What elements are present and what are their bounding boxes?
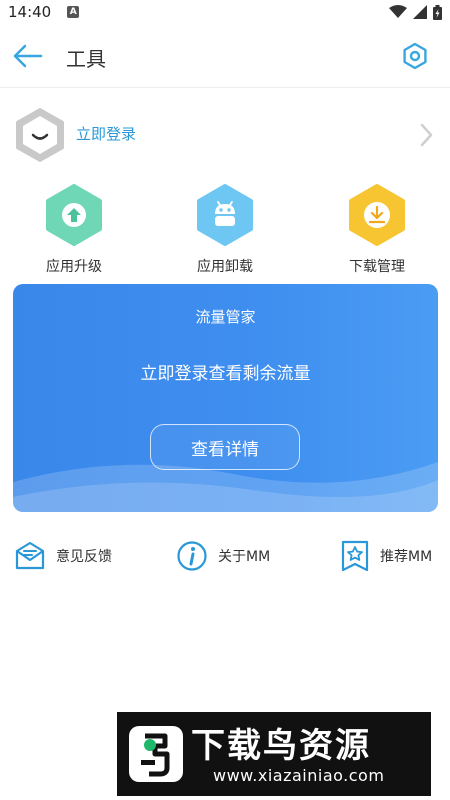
bird-logo-icon xyxy=(129,726,183,782)
back-arrow-icon xyxy=(13,44,43,68)
traffic-card: 流量管家 立即登录查看剩余流量 查看详情 xyxy=(13,284,438,512)
wifi-icon xyxy=(389,5,407,18)
card-title: 流量管家 xyxy=(195,308,256,326)
download-icon xyxy=(349,184,405,246)
gear-icon xyxy=(403,42,427,70)
tools-row: 应用升级 应用卸载 下载管理 xyxy=(0,184,450,276)
info-icon xyxy=(177,541,207,571)
tool-label: 应用升级 xyxy=(46,259,102,275)
tool-app-uninstall[interactable]: 应用卸载 xyxy=(170,184,280,276)
tool-label: 应用卸载 xyxy=(197,259,253,275)
link-label: 关于MM xyxy=(218,549,271,565)
avatar xyxy=(16,108,64,162)
watermark-name: 下载鸟资源 xyxy=(191,726,371,766)
android-icon xyxy=(197,184,253,246)
signal-icon xyxy=(413,5,427,19)
app-header: 工具 xyxy=(0,24,450,88)
links-row: 意见反馈 关于MM 推荐MM xyxy=(0,534,450,578)
status-bar: 14:40 A xyxy=(0,0,450,24)
view-details-button[interactable]: 查看详情 xyxy=(150,424,300,470)
tool-app-upgrade[interactable]: 应用升级 xyxy=(19,184,129,276)
watermark-url: www.xiazainiao.com xyxy=(213,766,385,785)
battery-icon xyxy=(433,4,442,20)
page-title: 工具 xyxy=(66,47,106,71)
star-badge-icon xyxy=(341,540,369,572)
back-button[interactable] xyxy=(12,40,44,72)
link-label: 推荐MM xyxy=(380,549,433,565)
upload-arrow-icon xyxy=(46,184,102,246)
link-label: 意见反馈 xyxy=(56,549,112,565)
feedback-link[interactable]: 意见反馈 xyxy=(14,534,112,578)
watermark-banner: 下载鸟资源 www.xiazainiao.com xyxy=(117,712,431,796)
recommend-mm-link[interactable]: 推荐MM xyxy=(340,534,432,578)
feedback-mail-icon xyxy=(15,541,45,570)
login-label: 立即登录 xyxy=(76,125,137,143)
about-mm-link[interactable]: 关于MM xyxy=(176,534,270,578)
settings-button[interactable] xyxy=(400,41,430,71)
chevron-right-icon xyxy=(420,123,433,147)
tool-download-manager[interactable]: 下载管理 xyxy=(322,184,432,276)
login-row[interactable]: 立即登录 xyxy=(0,100,450,170)
tool-label: 下载管理 xyxy=(349,259,405,275)
status-time: 14:40 xyxy=(8,3,52,21)
notification-icon: A xyxy=(67,6,80,18)
card-subtitle: 立即登录查看剩余流量 xyxy=(140,364,311,384)
